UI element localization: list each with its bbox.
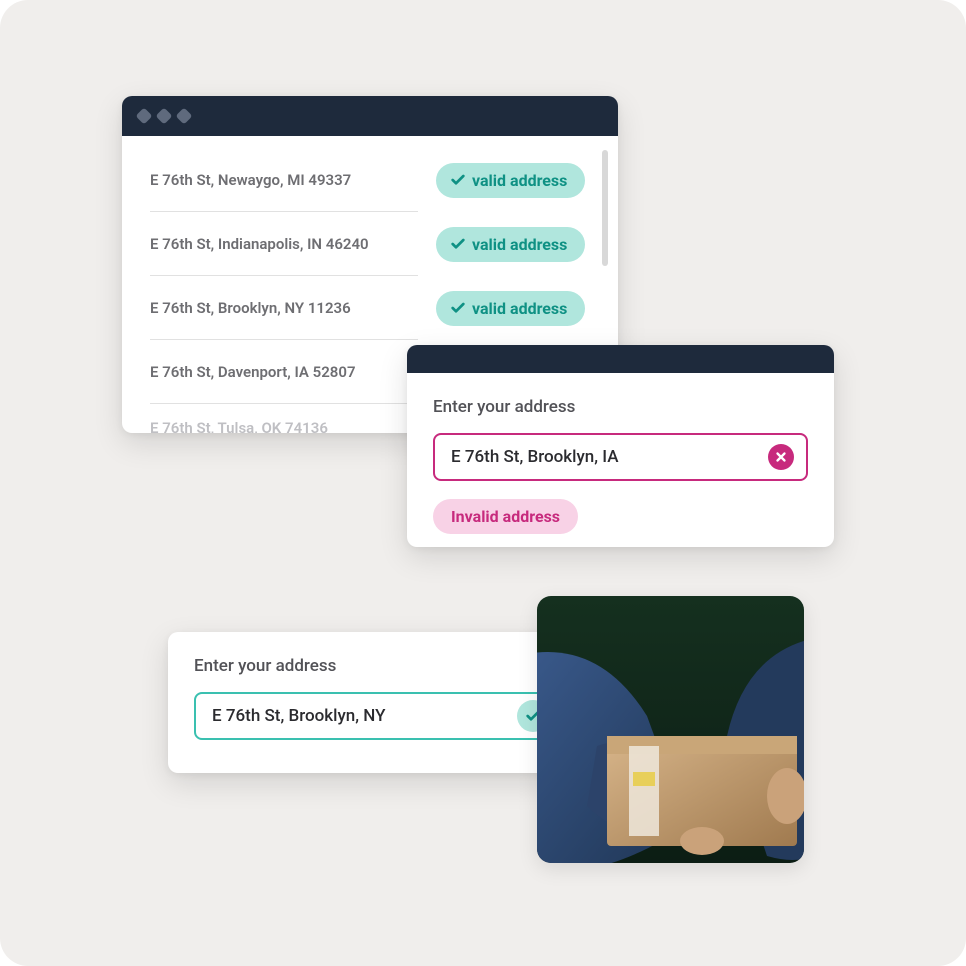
invalid-badge-label: Invalid address bbox=[451, 507, 560, 526]
address-text: E 76th St, Davenport, IA 52807 bbox=[150, 340, 418, 404]
check-icon bbox=[450, 300, 466, 316]
address-field-label: Enter your address bbox=[433, 397, 808, 417]
address-text: E 76th St, Brooklyn, NY 11236 bbox=[150, 276, 418, 340]
address-input[interactable]: E 76th St, Brooklyn, IA bbox=[433, 433, 808, 481]
address-text: E 76th St, Tulsa, OK 74136 bbox=[150, 404, 418, 433]
valid-badge: valid address bbox=[436, 163, 585, 198]
valid-entry-card: Enter your address E 76th St, Brooklyn, … bbox=[168, 632, 589, 773]
address-input-value: E 76th St, Brooklyn, IA bbox=[451, 447, 768, 467]
delivery-photo bbox=[537, 596, 804, 863]
window-dot-icon bbox=[156, 108, 173, 125]
invalid-entry-body: Enter your address E 76th St, Brooklyn, … bbox=[407, 373, 834, 547]
valid-badge: valid address bbox=[436, 291, 585, 326]
status-cell: valid address bbox=[418, 163, 590, 198]
canvas: E 76th St, Newaygo, MI 49337 valid addre… bbox=[0, 0, 966, 966]
clear-button[interactable] bbox=[768, 444, 794, 470]
check-icon bbox=[450, 172, 466, 188]
window-dot-icon bbox=[136, 108, 153, 125]
invalid-badge: Invalid address bbox=[433, 499, 578, 534]
valid-badge-label: valid address bbox=[472, 171, 567, 190]
window-dot-icon bbox=[176, 108, 193, 125]
address-field-label: Enter your address bbox=[194, 656, 563, 676]
address-row: E 76th St, Indianapolis, IN 46240 valid … bbox=[150, 212, 590, 276]
window-titlebar bbox=[407, 345, 834, 373]
invalid-entry-window: Enter your address E 76th St, Brooklyn, … bbox=[407, 345, 834, 547]
valid-badge: valid address bbox=[436, 227, 585, 262]
address-text: E 76th St, Indianapolis, IN 46240 bbox=[150, 212, 418, 276]
address-text: E 76th St, Newaygo, MI 49337 bbox=[150, 148, 418, 212]
close-icon bbox=[774, 450, 788, 464]
address-input-value: E 76th St, Brooklyn, NY bbox=[212, 706, 517, 726]
address-row: E 76th St, Brooklyn, NY 11236 valid addr… bbox=[150, 276, 590, 340]
valid-badge-label: valid address bbox=[472, 299, 567, 318]
status-cell: valid address bbox=[418, 227, 590, 262]
address-row: E 76th St, Newaygo, MI 49337 valid addre… bbox=[150, 148, 590, 212]
check-icon bbox=[450, 236, 466, 252]
status-cell: valid address bbox=[418, 291, 590, 326]
window-titlebar bbox=[122, 96, 618, 136]
scrollbar-thumb[interactable] bbox=[602, 150, 608, 266]
address-input[interactable]: E 76th St, Brooklyn, NY bbox=[194, 692, 563, 740]
valid-badge-label: valid address bbox=[472, 235, 567, 254]
